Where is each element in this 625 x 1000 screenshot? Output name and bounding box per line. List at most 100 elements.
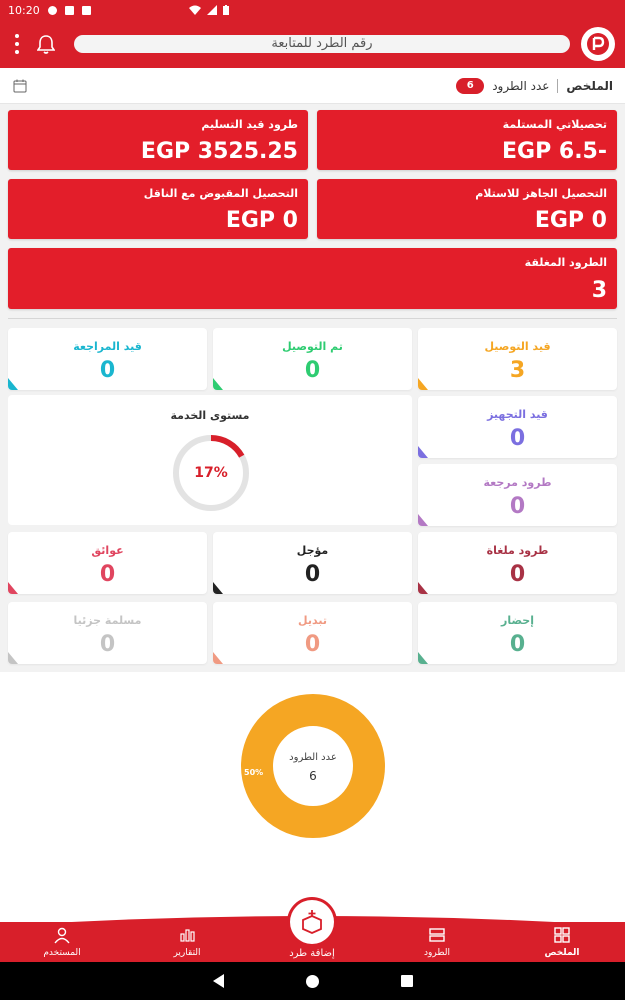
- card-title: طرود قيد التسليم: [201, 118, 298, 131]
- recent-apps-icon[interactable]: [400, 975, 413, 987]
- card-corner-accent: [8, 378, 18, 390]
- calendar-icon[interactable]: [12, 78, 28, 94]
- postponed-card[interactable]: مؤجل 0: [213, 532, 412, 594]
- card-corner-accent: [418, 446, 428, 458]
- card-title: تبديل: [298, 614, 327, 627]
- card-corner-accent: [213, 652, 223, 664]
- delivered-card[interactable]: تم التوصيل 0: [213, 328, 412, 390]
- add-parcel-button[interactable]: [290, 900, 334, 944]
- card-value: EGP 3525.25: [140, 139, 298, 164]
- back-icon[interactable]: [212, 974, 224, 988]
- card-value: 0: [99, 562, 116, 587]
- card-value: 0: [509, 494, 526, 519]
- ready-collection-card[interactable]: التحصيل الجاهز للاستلام EGP 0: [317, 179, 617, 239]
- card-value: 0: [304, 562, 321, 587]
- home-icon[interactable]: [305, 974, 319, 988]
- cancelled-card[interactable]: طرود ملغاة 0: [418, 532, 617, 594]
- user-icon: [54, 927, 70, 944]
- app-logo: [581, 27, 615, 61]
- card-value: 0: [304, 358, 321, 383]
- card-value: 0: [99, 358, 116, 383]
- under-delivery-card[interactable]: طرود قيد التسليم EGP 3525.25: [8, 110, 308, 170]
- parcel-count-badge: 6: [456, 77, 485, 94]
- card-title: طرود ملغاة: [486, 544, 549, 557]
- card-corner-accent: [418, 582, 428, 594]
- card-corner-accent: [418, 514, 428, 526]
- card-title: مؤجل: [296, 544, 329, 557]
- signal-icon: [207, 5, 217, 15]
- closed-parcels-card[interactable]: الطرود المغلقة 3: [8, 248, 617, 309]
- card-title: مسلمة جزئيا: [73, 614, 142, 627]
- nav-label: الملخص: [544, 948, 580, 958]
- card-corner-accent: [418, 652, 428, 664]
- section-divider: [8, 318, 617, 319]
- app-header: رقم الطرد للمتابعة: [0, 20, 625, 68]
- nav-user[interactable]: المستخدم: [17, 926, 107, 958]
- system-navigation-bar: [0, 962, 625, 1000]
- in-delivery-card[interactable]: قيد التوصيل 3: [418, 328, 617, 390]
- card-value: EGP 6.5-: [502, 139, 607, 164]
- list-icon: [429, 928, 445, 942]
- card-title: تحصيلاتي المستلمة: [502, 118, 607, 131]
- service-level-percent: 17%: [194, 465, 228, 481]
- notification-icon: [64, 5, 74, 15]
- card-title: قيد التوصيل: [484, 340, 551, 353]
- nav-label: الطرود: [424, 948, 450, 958]
- summary-title: الملخص: [557, 78, 613, 93]
- my-collections-card[interactable]: تحصيلاتي المستلمة EGP 6.5-: [317, 110, 617, 170]
- bar-chart-icon: [180, 929, 195, 942]
- service-level-title: مستوى الخدمة: [170, 409, 250, 422]
- parcel-count-label: عدد الطرود: [492, 78, 550, 93]
- card-title: تم التوصيل: [282, 340, 343, 353]
- card-title: إحضار: [501, 614, 534, 627]
- card-value: EGP 0: [534, 208, 607, 233]
- wifi-icon: [189, 5, 201, 15]
- donut-slice-label: 50%: [244, 768, 264, 777]
- nav-reports[interactable]: التقارير: [142, 926, 232, 958]
- summary-strip: الملخص عدد الطرود 6: [0, 68, 625, 104]
- grid-icon: [554, 927, 570, 943]
- returned-card[interactable]: طرود مرجعة 0: [418, 464, 617, 526]
- nav-summary[interactable]: الملخص: [517, 926, 607, 958]
- battery-icon: [223, 5, 229, 15]
- card-title: التحصيل المقبوض مع الناقل: [143, 187, 298, 200]
- nav-label: المستخدم: [43, 948, 81, 958]
- settings-icon: [47, 5, 57, 15]
- card-title: الطرود المغلقة: [524, 256, 607, 269]
- parcels-donut-section: عدد الطرود 6 50%: [0, 672, 625, 922]
- obstacles-card[interactable]: عوائق 0: [8, 532, 207, 594]
- preparing-card[interactable]: قيد التجهيز 0: [418, 396, 617, 458]
- partially-delivered-card[interactable]: مسلمة جزئيا 0: [8, 602, 207, 664]
- card-value: 0: [509, 562, 526, 587]
- card-value: 0: [304, 632, 321, 657]
- card-corner-accent: [213, 378, 223, 390]
- card-corner-accent: [8, 582, 18, 594]
- exchange-card[interactable]: تبديل 0: [213, 602, 412, 664]
- card-value: 0: [99, 632, 116, 657]
- card-corner-accent: [213, 582, 223, 594]
- status-bar: 10:20: [0, 0, 625, 20]
- card-value: EGP 0: [225, 208, 298, 233]
- add-parcel-label: إضافة طرد: [289, 948, 335, 959]
- add-box-icon: [302, 910, 322, 934]
- status-time: 10:20: [8, 3, 40, 17]
- card-title: عوائق: [91, 544, 124, 557]
- donut-center-value: 6: [309, 768, 317, 783]
- card-value: 0: [509, 426, 526, 451]
- card-value: 3: [591, 278, 607, 303]
- service-level-card[interactable]: مستوى الخدمة 17%: [8, 395, 412, 525]
- card-corner-accent: [418, 378, 428, 390]
- pickup-card[interactable]: إحضار 0: [418, 602, 617, 664]
- nav-parcels[interactable]: الطرود: [392, 926, 482, 958]
- card-title: قيد التجهيز: [487, 408, 548, 421]
- under-review-card[interactable]: قيد المراجعة 0: [8, 328, 207, 390]
- tracking-search-input[interactable]: رقم الطرد للمتابعة: [74, 35, 570, 53]
- carrier-collection-card[interactable]: التحصيل المقبوض مع الناقل EGP 0: [8, 179, 308, 239]
- nav-label: التقارير: [173, 948, 201, 958]
- card-title: قيد المراجعة: [73, 340, 142, 353]
- card-corner-accent: [8, 652, 18, 664]
- overflow-menu-icon[interactable]: [10, 32, 24, 56]
- donut-center-label: عدد الطرود: [289, 751, 337, 763]
- bell-icon[interactable]: [34, 32, 58, 56]
- card-value: 3: [509, 358, 526, 383]
